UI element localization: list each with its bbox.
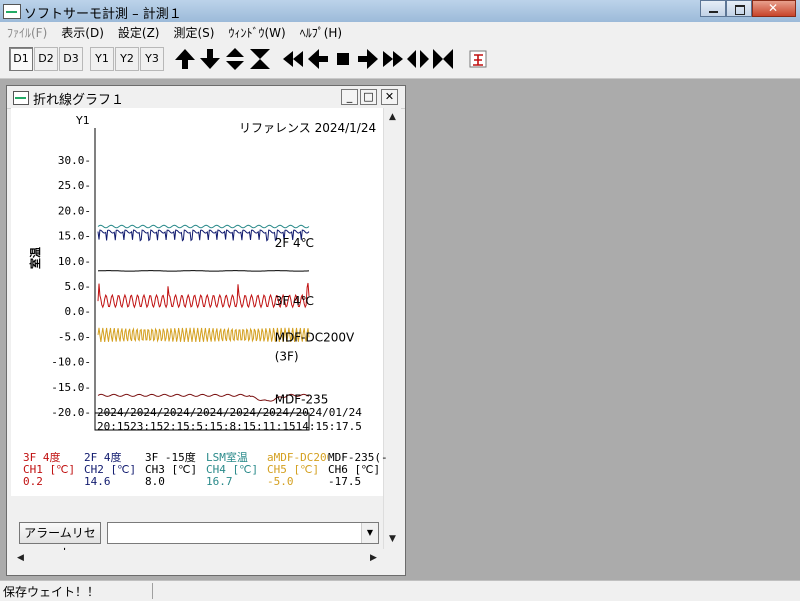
menu-help[interactable]: ﾍﾙﾌﾟ(H) xyxy=(293,22,349,42)
alarm-reset-button[interactable]: アラームリセット xyxy=(19,522,101,560)
y-axis-label: 室温 xyxy=(28,247,42,269)
x-tick-labels-line2: 20:1523:152:15:5:15:8:15:11:1514:15:17.5 xyxy=(97,420,362,433)
chart-annotation: MDF-DC200V xyxy=(275,330,355,344)
channel-readout: MDF-235(- CH6 [℃] -17.5 xyxy=(328,452,389,488)
graph-close-button[interactable]: ✕ xyxy=(381,89,398,105)
menu-settings[interactable]: 設定(Z) xyxy=(111,22,167,42)
shrink-vertical-icon[interactable] xyxy=(248,47,272,71)
channel-readouts: 3F 4度 CH1 [℃] 0.2 2F 4度 CH2 [℃] 14.6 3F -15度 CH… xyxy=(11,448,388,496)
chart-annotation: MDF-235 xyxy=(275,392,329,406)
line-chart: Y1 室温 30.0- 25.0- 20.0- 15.0- 10.0- 5.0- 0.0- -… xyxy=(28,114,376,433)
menu-window[interactable]: ｳｨﾝﾄﾞｳ(W) xyxy=(221,22,292,42)
y-tick-label: -5.0- xyxy=(58,330,91,343)
series-line xyxy=(97,224,310,229)
status-bar: 保存ウェイト！！ xyxy=(0,580,800,601)
chart-annotation: 3F 4℃ xyxy=(275,294,314,308)
d2-button[interactable]: D2 xyxy=(34,47,58,71)
close-button[interactable] xyxy=(752,0,796,17)
x-tick-labels-line1: 2024/2024/2024/2024/2024/2024/2024/01/24 xyxy=(97,406,362,419)
status-separator xyxy=(152,583,153,599)
channel-value: 8.0 xyxy=(145,475,165,488)
graph-window-icon xyxy=(13,91,29,105)
channel-value: -5.0 xyxy=(267,475,294,488)
scroll-left-arrow-icon[interactable]: ◀ xyxy=(13,551,28,566)
d3-button[interactable]: D3 xyxy=(59,47,83,71)
y-tick-label: -20.0- xyxy=(51,406,91,419)
graph-window-titlebar: 折れ線グラフ１ _ □ ✕ xyxy=(7,86,405,109)
title-bar: ソフトサーモ計測 – 計測１ xyxy=(0,0,800,23)
graph-maximize-button[interactable]: □ xyxy=(360,89,377,105)
rewind-icon[interactable] xyxy=(281,47,305,71)
y-tick-label: 20.0- xyxy=(58,204,91,217)
scroll-right-icon[interactable] xyxy=(356,47,380,71)
y1-button[interactable]: Y1 xyxy=(90,47,114,71)
alarm-bar: アラームリセット ▼ xyxy=(11,518,383,560)
horizontal-scrollbar[interactable]: ◀ ▶ xyxy=(11,550,383,567)
y-tick-label: -10.0- xyxy=(51,356,91,369)
y-tick-label: 10.0- xyxy=(58,255,91,268)
chart-annotation: リファレンス 2024/1/24 xyxy=(239,121,376,135)
y-tick-label: 25.0- xyxy=(58,179,91,192)
graph-minimize-button[interactable]: _ xyxy=(341,89,358,105)
menu-view[interactable]: 表示(D) xyxy=(54,22,111,42)
y-tick-label: 30.0- xyxy=(58,154,91,167)
window-controls xyxy=(700,0,796,18)
channel-readout: 3F 4度 CH1 [℃] 0.2 xyxy=(23,452,84,488)
fast-forward-icon[interactable] xyxy=(381,47,405,71)
scroll-down-arrow-icon[interactable]: ▼ xyxy=(385,532,400,547)
chart-annotation: 2F 4℃ xyxy=(275,236,314,250)
y-tick-label: 0.0- xyxy=(65,305,92,318)
scroll-up-icon[interactable] xyxy=(173,47,197,71)
channel-readout: LSM室温 CH4 [℃] 16.7 xyxy=(206,452,267,488)
expand-vertical-icon[interactable] xyxy=(223,47,247,71)
y-tick-label: 5.0- xyxy=(65,280,92,293)
channel-value: 14.6 xyxy=(84,475,111,488)
expand-horizontal-icon[interactable] xyxy=(406,47,430,71)
toolbar: D1 D2 D3 Y1 Y2 Y3 xyxy=(0,42,800,79)
scroll-right-arrow-icon[interactable]: ▶ xyxy=(366,551,381,566)
menu-measure[interactable]: 測定(S) xyxy=(166,22,221,42)
plot-area: Y1 室温 30.0- 25.0- 20.0- 15.0- 10.0- 5.0- 0.0- -… xyxy=(11,108,383,448)
combo-dropdown-icon[interactable]: ▼ xyxy=(361,523,378,543)
channel-value: -17.5 xyxy=(328,475,362,488)
y3-button[interactable]: Y3 xyxy=(140,47,164,71)
scroll-down-icon[interactable] xyxy=(198,47,222,71)
shrink-horizontal-icon[interactable] xyxy=(431,47,455,71)
scroll-left-icon[interactable] xyxy=(306,47,330,71)
d1-button[interactable]: D1 xyxy=(9,47,33,71)
menu-file[interactable]: ﾌｧｲﾙ(F) xyxy=(0,22,54,42)
y-tick-label: 15.0- xyxy=(58,230,91,243)
channel-readout: 2F 4度 CH2 [℃] 14.6 xyxy=(84,452,145,488)
series-line xyxy=(97,270,309,272)
y-axis-name: Y1 xyxy=(75,114,90,127)
print-graph-icon[interactable] xyxy=(466,47,490,71)
channel-readout: aMDF-DC200 CH5 [℃] -5.0 xyxy=(267,452,328,488)
line-graph-window: 折れ線グラフ１ _ □ ✕ Y1 室温 30.0- 25.0- 20.0- 15.0-… xyxy=(6,85,406,576)
stop-icon[interactable] xyxy=(331,47,355,71)
channel-value: 16.7 xyxy=(206,475,233,488)
minimize-button[interactable] xyxy=(700,0,726,17)
channel-readout: 3F -15度 CH3 [℃] 8.0 xyxy=(145,452,206,488)
maximize-button[interactable] xyxy=(726,0,752,17)
app-title: ソフトサーモ計測 – 計測１ xyxy=(24,7,182,22)
scroll-up-arrow-icon[interactable]: ▲ xyxy=(385,110,400,125)
chart-annotation: (3F) xyxy=(275,350,299,364)
status-text: 保存ウェイト！！ xyxy=(3,585,100,599)
channel-value: 0.2 xyxy=(23,475,43,488)
app-icon xyxy=(3,4,21,19)
alarm-combo[interactable]: ▼ xyxy=(107,522,379,544)
y-tick-label: -15.0- xyxy=(51,381,91,394)
graph-window-title: 折れ線グラフ１ xyxy=(33,93,125,108)
y2-button[interactable]: Y2 xyxy=(115,47,139,71)
menu-bar: ﾌｧｲﾙ(F) 表示(D) 設定(Z) 測定(S) ｳｨﾝﾄﾞｳ(W) ﾍﾙﾌﾟ… xyxy=(0,22,800,42)
